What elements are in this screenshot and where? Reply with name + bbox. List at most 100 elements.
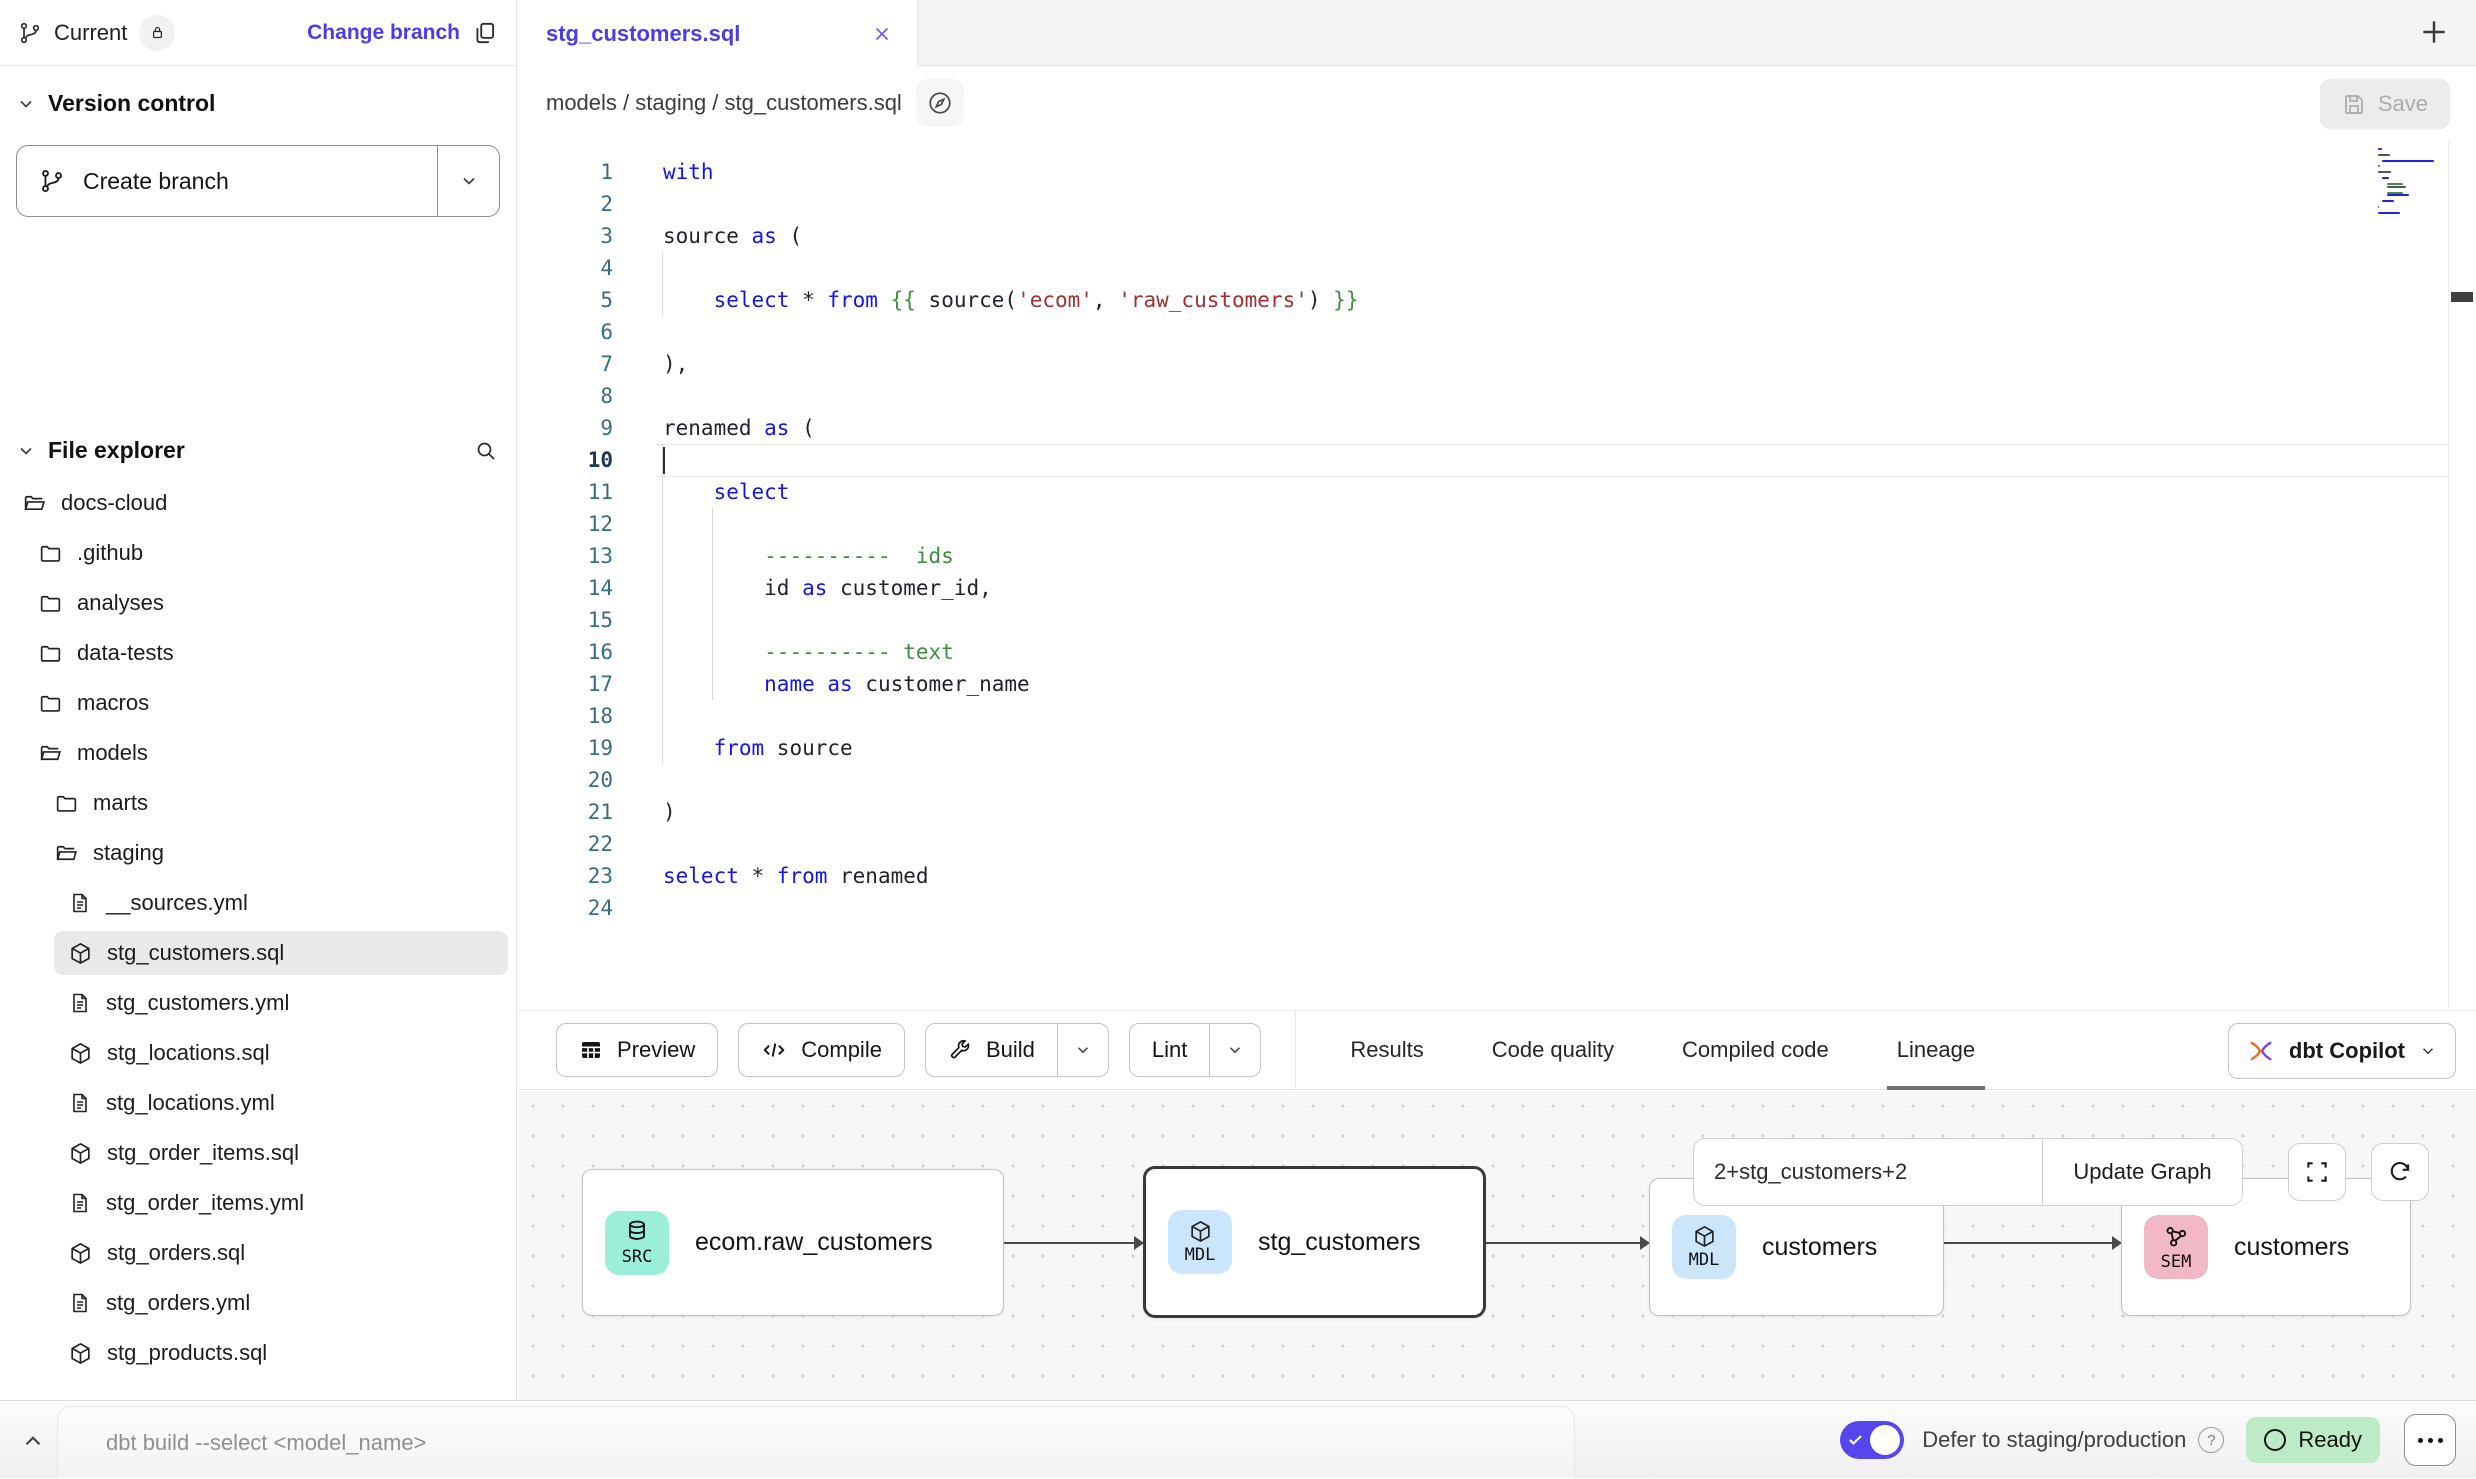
file-label: staging [93,840,164,866]
line-number: 21 [518,796,613,828]
file-tree-item-stg-locations-sql[interactable]: stg_locations.sql [0,1028,516,1078]
panel-tab-results[interactable]: Results [1348,1010,1425,1090]
scrollbar-thumb[interactable] [2451,292,2473,302]
file-tree-item-stg-order-items-sql[interactable]: stg_order_items.sql [0,1128,516,1178]
lineage-toolbar: 2+stg_customers+2 Update Graph [1693,1138,2429,1206]
file-tree-item-docs-cloud[interactable]: docs-cloud [0,478,516,528]
file-tree-item-stg-customers-yml[interactable]: stg_customers.yml [0,978,516,1028]
cube-icon [68,1341,93,1366]
folder-open-icon [22,491,47,516]
tab-stg-customers-sql[interactable]: stg_customers.sql [518,0,918,67]
preview-label: Preview [617,1037,695,1063]
defer-toggle[interactable] [1840,1421,1904,1459]
command-input[interactable]: dbt build --select <model_name> [57,1406,1575,1478]
folder-icon [38,641,63,666]
fullscreen-button[interactable] [2288,1143,2346,1201]
create-branch-dropdown[interactable] [437,146,499,216]
version-control-section: Version control Create branch [0,66,516,217]
create-branch-label: Create branch [83,168,229,195]
copy-icon[interactable] [472,20,498,46]
file-label: stg_order_items.sql [107,1140,299,1166]
search-icon[interactable] [474,439,498,463]
file-tree-item--sources-yml[interactable]: __sources.yml [0,878,516,928]
code-line-18: 18 [518,700,2448,732]
lint-label: Lint [1152,1037,1187,1063]
folder-icon [38,541,63,566]
preview-button[interactable]: Preview [556,1023,718,1077]
build-button[interactable]: Build [925,1023,1109,1077]
dbt-copilot-icon [2247,1037,2275,1065]
save-label: Save [2378,91,2428,117]
file-tree-item-staging[interactable]: staging [0,828,516,878]
update-graph-button[interactable]: Update Graph [2042,1139,2242,1205]
code-editor[interactable]: 1with23source as (45 select * from {{ so… [518,140,2476,1010]
folder-open-icon [38,741,63,766]
chevron-down-icon[interactable] [16,441,36,461]
copilot-label: dbt Copilot [2289,1038,2405,1064]
compile-button[interactable]: Compile [738,1023,905,1077]
file-label: marts [93,790,148,816]
file-tree-item-analyses[interactable]: analyses [0,578,516,628]
badge-label: MDL [1185,1245,1216,1265]
build-label: Build [986,1037,1035,1063]
file-tree-item-models[interactable]: models [0,728,516,778]
lineage-selector-input[interactable]: 2+stg_customers+2 [1694,1139,2042,1205]
code-line-14: 14 id as customer_id, [518,572,2448,604]
file-tree-item--github[interactable]: .github [0,528,516,578]
file-tree-item-stg-orders-sql[interactable]: stg_orders.sql [0,1228,516,1278]
file-tree-item-stg-locations-yml[interactable]: stg_locations.yml [0,1078,516,1128]
refresh-button[interactable] [2371,1143,2429,1201]
file-tree-item-stg-order-items-yml[interactable]: stg_order_items.yml [0,1178,516,1228]
file-tree-item-macros[interactable]: macros [0,678,516,728]
status-bar: dbt build --select <model_name> Defer to… [0,1400,2476,1478]
doc-icon [68,891,92,915]
line-number: 1 [518,156,613,188]
code-line-5: 5 select * from {{ source('ecom', 'raw_c… [518,284,2448,316]
line-number: 4 [518,252,613,284]
copilot-compass-button[interactable] [916,79,964,127]
change-branch-link[interactable]: Change branch [307,21,460,45]
file-label: stg_locations.sql [107,1040,270,1066]
more-options-button[interactable] [2404,1414,2456,1466]
code-line-12: 12 [518,508,2448,540]
line-number: 22 [518,828,613,860]
dbt-copilot-button[interactable]: dbt Copilot [2228,1023,2456,1079]
file-label: macros [77,690,149,716]
chevron-down-icon[interactable] [16,94,36,114]
code-lines: 1with23source as (45 select * from {{ so… [518,156,2448,924]
chevron-up-icon[interactable] [20,1428,46,1454]
node-label: ecom.raw_customers [695,1228,933,1257]
cube-icon [68,1041,93,1066]
lineage-node-ecom-raw-customers-src[interactable]: SRCecom.raw_customers [582,1169,1004,1316]
panel-tab-compiled-code[interactable]: Compiled code [1680,1010,1831,1090]
lint-dropdown[interactable] [1209,1024,1260,1076]
new-tab-plus-icon[interactable] [2418,16,2450,48]
close-icon[interactable] [871,23,893,45]
file-tree-item-stg-orders-yml[interactable]: stg_orders.yml [0,1278,516,1328]
file-tree-item-stg-products-sql[interactable]: stg_products.sql [0,1328,516,1378]
file-tree-item-stg-customers-sql[interactable]: stg_customers.sql [0,928,516,978]
editor-scrollbar[interactable] [2448,140,2476,1010]
line-number: 6 [518,316,613,348]
code-line-13: 13 ---------- ids [518,540,2448,572]
node-label: customers [2234,1233,2349,1262]
badge-label: MDL [1689,1250,1720,1270]
file-tree-item-data-tests[interactable]: data-tests [0,628,516,678]
lineage-node-stg-customers-mdl[interactable]: MDLstg_customers [1143,1166,1486,1318]
save-button[interactable]: Save [2320,79,2450,129]
folder-icon [38,691,63,716]
line-number: 16 [518,636,613,668]
mdl-badge: MDL [1168,1210,1232,1274]
create-branch-button[interactable]: Create branch [16,145,500,217]
help-icon[interactable]: ? [2198,1427,2224,1453]
folder-icon [54,791,79,816]
panel-tab-code-quality[interactable]: Code quality [1490,1010,1616,1090]
file-label: stg_order_items.yml [106,1190,304,1216]
line-number: 19 [518,732,613,764]
file-label: stg_products.sql [107,1340,267,1366]
doc-icon [68,1291,92,1315]
file-tree-item-marts[interactable]: marts [0,778,516,828]
build-dropdown[interactable] [1057,1024,1108,1076]
lint-button[interactable]: Lint [1129,1023,1261,1077]
panel-tab-lineage[interactable]: Lineage [1895,1010,1977,1090]
